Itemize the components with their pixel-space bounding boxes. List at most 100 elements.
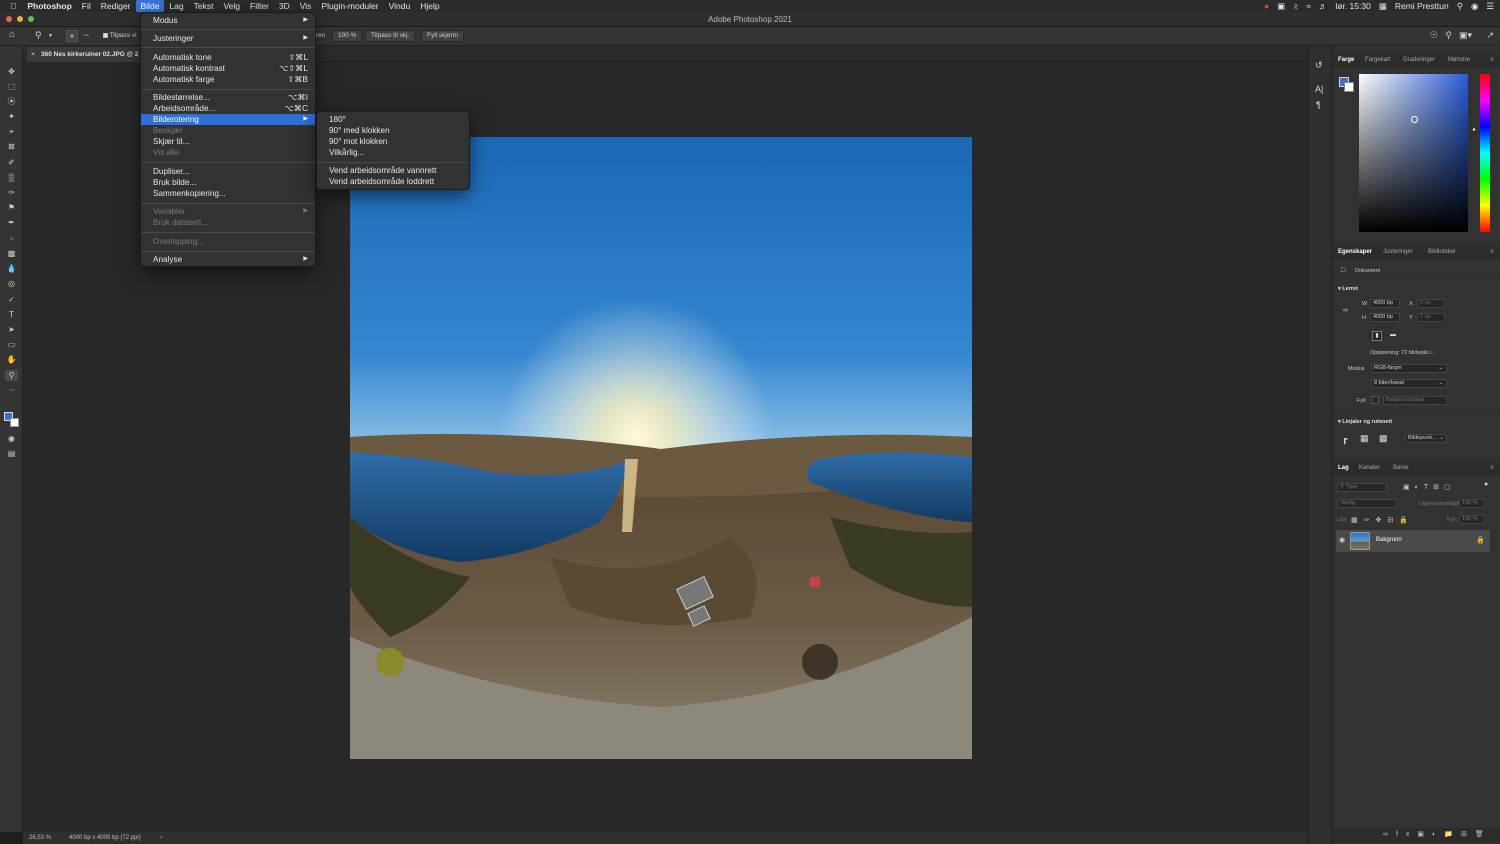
tab-monstre[interactable]: Mønstre [1448,57,1470,63]
zoom-window-button[interactable] [28,16,34,22]
opacity-field[interactable]: 100 % [1459,499,1485,508]
menu-fil[interactable]: Fil [77,0,96,12]
menu-3d[interactable]: 3D [274,0,295,12]
type-tool-icon[interactable]: T [5,309,18,320]
menu-item-skjaer-til[interactable]: Skjær til... [141,136,315,147]
menu-bilde[interactable]: Bilde [135,0,165,12]
tab-justeringer[interactable]: Justeringer [1383,249,1413,255]
flip-vertical-item[interactable]: Vend arbeidsområde loddrett [317,176,469,187]
status-menu-arrow[interactable]: › [160,832,162,844]
panel-menu-icon[interactable]: ≡ [1490,249,1494,255]
fill-screen-button[interactable]: Fyll skjerm [421,30,465,42]
menu-item-arbeidsomrade[interactable]: Arbeidsområde... ⌥⌘C [141,103,315,114]
rotate-90-cw-item[interactable]: 90° med klokken [317,125,469,136]
blur-tool-icon[interactable]: 💧 [5,263,18,274]
height-field[interactable]: 4000 bp [1370,313,1400,322]
rectangle-tool-icon[interactable]: ▭ [5,339,18,350]
calendar-icon[interactable]: ▦ [1379,1,1387,12]
rotate-180-item[interactable]: 180° [317,114,469,125]
menu-tekst[interactable]: Tekst [189,0,219,12]
minimize-window-button[interactable] [17,16,23,22]
layer-filter-input[interactable]: ⚲ Type [1337,483,1387,492]
fill-select[interactable]: Bakgrunnsfarge [1383,396,1447,405]
fill-swatch[interactable] [1371,396,1379,404]
volume-icon[interactable]: ♬ [1319,1,1328,11]
menu-item-dupliser[interactable]: Dupliser... [141,166,315,177]
x-field[interactable]: 0 bp [1417,299,1445,308]
siri-icon[interactable]: ◉ [1471,1,1478,12]
bluetooth-icon[interactable]: ᛟ [1293,1,1298,11]
menu-filter[interactable]: Filter [245,0,274,12]
zoom-out-icon[interactable]: − [84,30,89,40]
ruler-icon[interactable]: ┏ [1342,434,1347,445]
edit-toolbar-icon[interactable]: ⋯ [5,386,18,397]
menu-item-automatisk-tone[interactable]: Automatisk tone ⇧⌘L [141,52,315,63]
tab-baner[interactable]: Baner [1393,465,1409,471]
menu-hjelp[interactable]: Hjelp [415,0,444,12]
home-icon[interactable]: ⌂ [9,29,15,40]
gradient-tool-icon[interactable]: ▩ [5,248,18,259]
hand-tool-icon[interactable]: ✋ [5,354,18,365]
units-select[interactable]: Bildepunk... ⌄ [1405,434,1447,443]
pen-tool-icon[interactable]: ✓ [5,294,18,305]
layer-name[interactable]: Bakgrunn [1376,537,1402,543]
quick-selection-icon[interactable]: ✦ [5,111,18,122]
menu-item-automatisk-kontrast[interactable]: Automatisk kontrast ⌥⇧⌘L [141,63,315,74]
rotate-arbitrary-item[interactable]: Vilkårlig... [317,147,469,158]
creative-cloud-icon[interactable]: ● [1264,1,1269,11]
hue-slider[interactable] [1480,74,1490,232]
fit-windows-checkbox[interactable]: Tilpass vi [103,32,137,39]
marquee-tool-icon[interactable]: ⬚ [5,81,18,92]
zoom-tool-active-icon[interactable]: ⚲ [5,370,18,381]
apple-icon[interactable]:  [0,0,22,12]
guides-icon[interactable]: ▩ [1379,433,1388,444]
move-tool-icon[interactable]: ✥ [5,66,18,77]
layer-footer-icons[interactable]: ∞fx▣◐📁⊞🗑 [1383,830,1492,838]
paragraph-panel-icon[interactable]: ¶ [1316,100,1321,110]
menu-photoshop[interactable]: Photoshop [22,0,76,12]
eyedropper-icon[interactable]: ✐ [5,157,18,168]
wifi-icon[interactable]: ≈ [1306,1,1311,11]
panel-menu-icon[interactable]: ≡ [1490,57,1494,63]
background-color-swatch[interactable] [10,418,19,427]
y-field[interactable]: 0 bp [1417,313,1445,322]
layer-thumbnail[interactable] [1350,532,1370,550]
menu-item-bildestorrelse[interactable]: Bildestørrelse... ⌥⌘I [141,92,315,103]
close-window-button[interactable] [6,16,12,22]
lock-icons[interactable]: ▦✑✥⊟🔒 [1351,516,1414,524]
document-tab[interactable]: × 360 Nes kirkeruiner 02.JPG @ 2 [27,47,145,62]
tab-fargekart[interactable]: Fargekart [1365,57,1391,63]
bg-swatch-small[interactable] [1344,82,1354,92]
tab-biblioteker[interactable]: Biblioteker [1428,249,1456,255]
canvas-section-toggle[interactable]: ▾ Lerret [1338,286,1358,292]
fit-screen-button[interactable]: Tilpass til skj. [365,30,416,42]
menu-item-bilderotering[interactable]: Bilderotering ▶ [141,114,315,125]
healing-brush-icon[interactable]: ▒ [5,172,18,183]
menu-item-automatisk-farge[interactable]: Automatisk farge ⇧⌘B [141,74,315,85]
path-selection-icon[interactable]: ➤ [5,324,18,335]
link-icon[interactable]: ∞ [1343,307,1348,314]
menu-item-analyse[interactable]: Analyse ▶ [141,254,315,265]
dodge-tool-icon[interactable]: ◎ [5,278,18,289]
color-picker-field[interactable] [1359,74,1468,232]
flip-horizontal-item[interactable]: Vend arbeidsområde vannrett [317,165,469,176]
menu-item-bruk-bilde[interactable]: Bruk bilde... [141,177,315,188]
menu-lag[interactable]: Lag [164,0,188,12]
tab-egenskaper[interactable]: Egenskaper [1338,249,1372,255]
user-name[interactable]: Remi Presttun [1395,1,1449,11]
rulers-section-toggle[interactable]: ▾ Linjaler og rutenett [1338,419,1392,425]
workspace-icon[interactable]: ▣▾ [1459,30,1472,41]
control-center-icon[interactable]: ☰ [1486,1,1494,12]
export-icon[interactable]: ↗ [1486,30,1494,41]
lasso-tool-icon[interactable]: ⦿ [5,96,18,107]
tab-kanaler[interactable]: Kanaler [1359,465,1380,471]
history-panel-icon[interactable]: ↺ [1315,60,1323,71]
search-icon[interactable]: ⚲ [1445,30,1452,41]
menu-plugin-moduler[interactable]: Plugin-moduler [316,0,383,12]
layer-filter-icons[interactable]: ▣◐T⊞▢ [1403,483,1456,491]
width-field[interactable]: 4000 bp [1370,299,1400,308]
rotate-90-ccw-item[interactable]: 90° mot klokken [317,136,469,147]
tab-graderinger[interactable]: Graderinger [1403,57,1435,63]
layer-row-bakgrunn[interactable]: ◉ Bakgrunn 🔒 [1336,530,1490,552]
frame-tool-icon[interactable]: ⊠ [5,141,18,152]
